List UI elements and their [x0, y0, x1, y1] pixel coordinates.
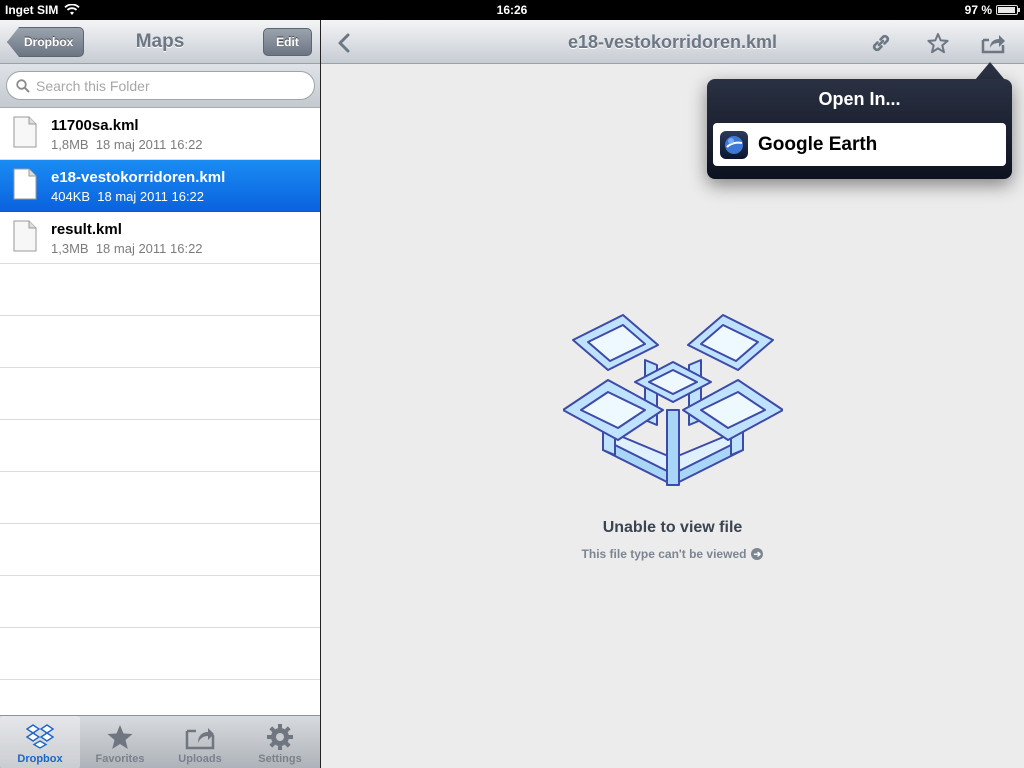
link-icon — [872, 34, 890, 52]
clock: 16:26 — [496, 3, 528, 17]
file-type-note[interactable]: This file type can't be viewed ➔ — [321, 547, 1024, 561]
search-field[interactable] — [6, 71, 315, 100]
document-icon — [13, 220, 37, 252]
empty-row — [0, 264, 320, 316]
open-in-popover: Open In... Google Earth — [707, 79, 1012, 179]
file-name: e18-vestokorridoren.kml — [51, 169, 226, 186]
file-date: 18 maj 2011 16:22 — [97, 189, 205, 204]
file-row-selected[interactable]: e18-vestokorridoren.kml 404KB 18 maj 201… — [0, 160, 320, 212]
file-size: 1,3MB — [51, 241, 89, 256]
tab-dropbox[interactable]: Dropbox — [0, 716, 80, 768]
file-list: 11700sa.kml 1,8MB 18 maj 2011 16:22 e18-… — [0, 108, 320, 715]
folder-pane: Dropbox Maps Edit 11700sa.kml 1,8MB 18 m… — [0, 20, 320, 768]
dropbox-box-illustration — [562, 314, 783, 486]
search-icon — [16, 78, 30, 93]
empty-row — [0, 316, 320, 368]
empty-row — [0, 680, 320, 715]
viewer-title: e18-vestokorridoren.kml — [567, 32, 778, 52]
tab-label: Settings — [258, 753, 302, 765]
gear-icon — [267, 724, 293, 750]
tab-favorites[interactable]: Favorites — [80, 716, 160, 768]
folder-nav-bar: Dropbox Maps Edit — [0, 20, 320, 64]
battery-icon — [996, 5, 1020, 15]
file-size: 404KB — [51, 189, 91, 204]
file-name: result.kml — [51, 221, 122, 238]
unable-message: Unable to view file — [602, 519, 743, 536]
document-icon — [13, 168, 37, 200]
viewer-nav-bar: e18-vestokorridoren.kml — [321, 20, 1024, 64]
file-date: 18 maj 2011 16:22 — [95, 137, 203, 152]
arrow-circle-icon: ➔ — [751, 548, 764, 560]
empty-state: Unable to view file This file type can't… — [321, 300, 1024, 561]
file-row[interactable]: result.kml 1,3MB 18 maj 2011 16:22 — [0, 212, 320, 264]
tab-label: Favorites — [95, 753, 145, 765]
file-meta: 404KB 18 maj 2011 16:22 — [51, 189, 204, 204]
popover-title: Open In... — [818, 89, 901, 109]
tab-uploads[interactable]: Uploads — [160, 716, 240, 768]
file-size: 1,8MB — [51, 137, 89, 152]
open-in-button[interactable] — [981, 30, 1007, 56]
share-icon — [981, 35, 1005, 54]
popover-arrow — [975, 62, 1005, 80]
status-bar: Inget SIM 16:26 97 % — [0, 0, 1024, 20]
app-label: Google Earth — [758, 133, 878, 155]
battery-percent: 97 % — [964, 3, 992, 17]
search-input[interactable] — [36, 77, 286, 94]
file-name: 11700sa.kml — [51, 117, 139, 134]
tab-label: Uploads — [178, 753, 222, 765]
google-earth-icon — [720, 130, 748, 159]
empty-row — [0, 628, 320, 680]
star-icon — [927, 33, 949, 54]
favorite-button[interactable] — [925, 30, 951, 56]
tab-bar: Dropbox Favorites Uploads Settings — [0, 715, 320, 768]
star-icon — [107, 725, 133, 749]
search-bar — [0, 64, 320, 108]
share-link-button[interactable] — [868, 30, 894, 56]
tab-label: Dropbox — [17, 753, 63, 765]
file-meta: 1,3MB 18 maj 2011 16:22 — [51, 241, 203, 256]
file-date: 18 maj 2011 16:22 — [95, 241, 203, 256]
open-in-google-earth[interactable]: Google Earth — [713, 123, 1006, 166]
file-row[interactable]: 11700sa.kml 1,8MB 18 maj 2011 16:22 — [0, 108, 320, 160]
file-meta: 1,8MB 18 maj 2011 16:22 — [51, 137, 203, 152]
upload-icon — [185, 728, 215, 750]
dropbox-icon — [25, 724, 55, 749]
empty-row — [0, 368, 320, 420]
empty-row — [0, 576, 320, 628]
edit-button[interactable]: Edit — [263, 28, 312, 56]
battery-indicator: 97 % — [964, 3, 1020, 17]
file-type-note-text: This file type can't be viewed — [581, 547, 747, 561]
document-icon — [13, 116, 37, 148]
empty-row — [0, 472, 320, 524]
empty-row — [0, 420, 320, 472]
tab-settings[interactable]: Settings — [240, 716, 320, 768]
empty-row — [0, 524, 320, 576]
